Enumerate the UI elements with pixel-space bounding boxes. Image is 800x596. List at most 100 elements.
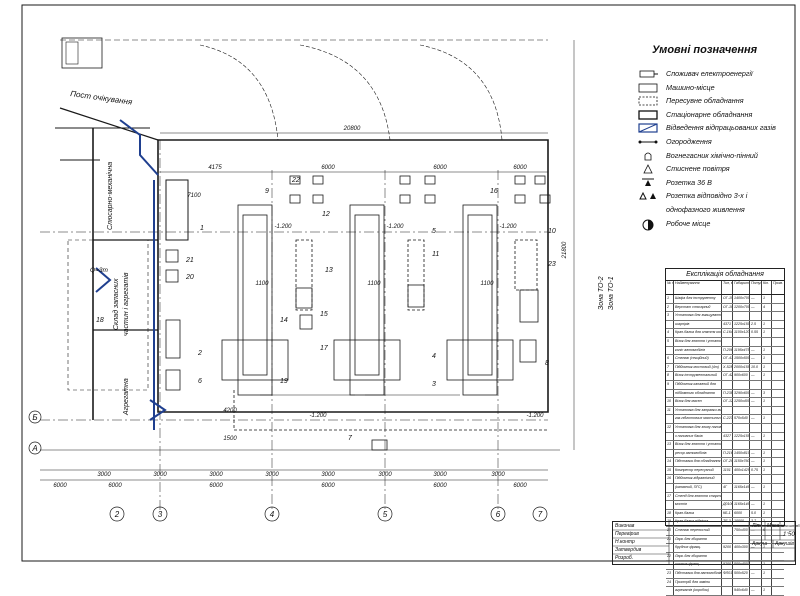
spec-cell: 1 xyxy=(762,363,772,372)
spec-row: коліс автомобілів П-206 1195х475—1 xyxy=(666,346,784,356)
spec-cell: — xyxy=(750,449,762,458)
stamp-row-label: Перевірив xyxy=(615,531,639,537)
dim-pit-mark: -1.200 xyxy=(274,224,292,230)
spec-cell xyxy=(750,475,762,484)
spec-cell: 1 xyxy=(762,587,772,595)
spec-cell: 4327 xyxy=(722,432,733,441)
spec-cell xyxy=(772,510,784,518)
spec-row: 18 Кран-балка КБ-1 6000 5.0 1 xyxy=(666,509,784,519)
spec-cell xyxy=(733,337,750,346)
spec-cell: 1 xyxy=(762,355,772,363)
room-locksmith: Слюсарно-механічна xyxy=(106,162,114,230)
spec-cell: 1 xyxy=(762,372,772,380)
stamp-scale: Масштаб xyxy=(781,523,800,528)
spec-cell: Х-528 xyxy=(722,363,733,372)
spec-row: 1Шафа для інструментуОГ-15031400х700—1 xyxy=(666,295,784,304)
spec-cell: Візок інструментальний xyxy=(674,372,722,380)
stamp-row-label: Виконав xyxy=(615,523,635,529)
spec-row: агрегатів (коробок) 940х640—1 xyxy=(666,587,784,596)
dim-side: 4200 xyxy=(223,408,237,414)
equipment-number: 5 xyxy=(432,228,436,235)
spec-cell: — xyxy=(750,484,762,492)
spec-cell xyxy=(750,578,762,587)
spec-cell xyxy=(762,337,772,346)
bay-2 xyxy=(333,204,401,396)
spec-cell xyxy=(772,390,784,398)
equipment-number: 19 xyxy=(280,378,288,385)
spec-cell: 6000 xyxy=(733,509,750,518)
spec-cell xyxy=(762,406,772,415)
spec-cell xyxy=(762,380,772,389)
spec-cell: підйомного обладнання xyxy=(674,389,722,398)
spec-cell: 5.0 xyxy=(750,509,762,518)
equipment-number: 8 xyxy=(545,360,549,367)
spec-cell: 23 xyxy=(666,570,674,578)
spec-cell: 8 xyxy=(666,372,674,380)
equipment-number: 23 xyxy=(547,261,556,268)
spec-cell: 2 xyxy=(666,303,674,312)
dim-total-width: 20800 xyxy=(343,126,361,132)
spec-cell xyxy=(772,441,784,449)
spec-cell: 3 xyxy=(762,389,772,398)
spec-cell: 6 xyxy=(666,355,674,363)
truck-silhouette xyxy=(61,37,103,69)
spec-cell xyxy=(750,492,762,501)
spec-cell: 10.0 xyxy=(750,363,762,372)
spec-cell xyxy=(772,501,784,509)
zone-label: Зона ТО-1 xyxy=(608,276,615,310)
spec-cell: 1195х475 xyxy=(733,346,750,355)
title-block: Виконав Перевірив Н.контр Затвердив Розр… xyxy=(612,521,800,565)
spec-cell: 15 xyxy=(666,466,674,475)
spec-cell: 1500х500 xyxy=(733,355,750,363)
dim-lift: 1100 xyxy=(256,281,270,287)
dim-bottom: 3000 xyxy=(491,472,505,478)
dim-lower-mark: -1.200 xyxy=(526,413,544,419)
spec-cell xyxy=(772,347,784,355)
equipment-number: 17 xyxy=(320,345,329,352)
equipment-number: 18 xyxy=(96,317,104,324)
spec-row: (канавний, ПГС) 4Г 1165х1465—1 xyxy=(666,484,784,493)
dim-bottom: 3000 xyxy=(97,472,111,478)
spec-cell: 4 xyxy=(762,303,772,312)
axis-col-label: 6 xyxy=(496,510,501,519)
spec-header-cell: Прим. xyxy=(773,281,784,285)
dim-bottom: 3000 xyxy=(153,472,167,478)
spec-cell xyxy=(772,587,784,595)
spec-cell: 1225х1550 xyxy=(733,432,750,441)
spec-cell xyxy=(772,355,784,363)
spec-header-cell: Найменування xyxy=(674,281,722,294)
dim-bottom: 3000 xyxy=(265,472,279,478)
spec-cell: 1100х1200 xyxy=(733,329,750,337)
room-waiting-post: Пост очікування xyxy=(70,89,134,107)
spec-cell: КБ-1 xyxy=(722,509,733,518)
spec-title: Експлікація обладнання xyxy=(666,269,784,281)
spec-cell: Шафа для інструменту xyxy=(674,295,722,303)
spec-row: 24 Пристрій для заміни xyxy=(666,578,784,588)
spec-cell: — xyxy=(750,458,762,466)
stamp-sheet: Аркуш xyxy=(752,541,768,547)
axis-col-label: 5 xyxy=(383,510,388,519)
equipment-number: 6 xyxy=(198,378,202,385)
legend-item-label: Розетка відповідно 3-х і xyxy=(666,191,748,201)
spec-cell: 4371 xyxy=(722,320,733,329)
dim-bottom: 3000 xyxy=(209,472,223,478)
spec-cell: 3290х600 xyxy=(733,389,750,398)
equipment-number: 2 xyxy=(197,350,202,357)
spec-cell: Кран-балка для зняття коліс xyxy=(674,329,722,337)
stamp-lit: Літ. xyxy=(752,523,763,529)
spec-row: 15 Компресор пересувний 1101 400х1425 0.75 1 xyxy=(666,466,784,476)
equipment-number: 20 xyxy=(185,274,194,281)
equipment-number: 9 xyxy=(265,188,269,195)
spec-cell: Пристрій для заміни xyxy=(674,578,722,587)
spec-cell: 1 xyxy=(762,570,772,578)
legend-item-label: Відведення відпрацьованих газів xyxy=(666,123,776,133)
equipment-number: 10 xyxy=(548,228,556,235)
crane-load: Q=3т xyxy=(90,267,108,274)
mobile-equipment-icon xyxy=(638,96,658,106)
spec-cell xyxy=(733,475,750,484)
spec-cell xyxy=(772,467,784,475)
spec-cell xyxy=(722,380,733,389)
spec-cell: С-164 xyxy=(722,329,733,337)
axis-col-label: 2 xyxy=(114,510,120,519)
spec-header-cell: Габарити, мм xyxy=(733,281,750,294)
